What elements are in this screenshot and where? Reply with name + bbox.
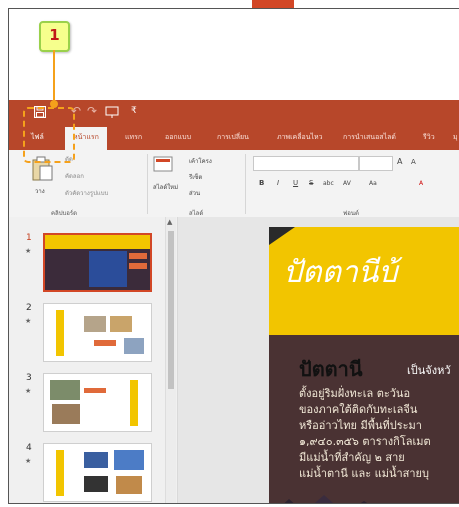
star-icon: ★ (25, 457, 32, 465)
step-callout: 1 (39, 21, 70, 52)
font-name-box[interactable] (253, 156, 359, 171)
ribbon-separator (245, 154, 246, 214)
shrink-font-button[interactable]: A (411, 158, 416, 166)
customize-qat-icon[interactable]: ₹ (131, 106, 137, 116)
powerpoint-window: ↶ ↷ ₹ ไฟล์ หน้าแรก แทรก ออกแบบ การเปลี่ย… (8, 8, 459, 504)
tab-animations[interactable]: ภาพเคลื่อนไหว (277, 132, 323, 143)
slide-thumbnail-2[interactable] (43, 303, 152, 362)
strikethrough-button[interactable]: S (309, 179, 313, 187)
slideshow-start-icon[interactable] (105, 105, 119, 119)
thumb-header (45, 235, 150, 249)
thumbnail-scrollbar[interactable]: ▲ (165, 217, 176, 503)
thumb-pencil (56, 310, 64, 356)
section-button[interactable]: ส่วน (189, 188, 200, 198)
tab-view[interactable]: มุ (453, 132, 458, 143)
italic-button[interactable]: I (277, 179, 279, 187)
font-size-box[interactable] (359, 156, 393, 171)
thumb-pencil (130, 380, 138, 426)
slide-body-heading-suffix[interactable]: เป็นจังหวั (407, 361, 451, 379)
slide-thumbnail-4[interactable] (43, 443, 152, 502)
slide-title[interactable]: ปัตตานีบ้ (283, 249, 397, 296)
save-highlight-box (23, 107, 75, 163)
current-slide[interactable]: ปัตตานีบ้ ปัตตานี เป็นจังหวั ตั้งอยู่ริม… (269, 227, 459, 503)
slide-bottom-decoration (284, 495, 368, 503)
underline-button[interactable]: U (293, 179, 298, 187)
tab-review[interactable]: รีวิว (423, 132, 435, 143)
slide-number: 1 (26, 233, 32, 243)
copy-button[interactable]: คัดลอก (65, 171, 84, 181)
thumb-label (94, 340, 116, 346)
thumb-label (129, 253, 147, 259)
thumb-image (84, 476, 108, 492)
star-icon: ★ (25, 317, 32, 325)
top-accent-bar (252, 0, 294, 8)
format-painter-button[interactable]: ตัวคัดวางรูปแบบ (65, 188, 108, 198)
scroll-up-icon[interactable]: ▲ (167, 218, 172, 226)
thumb-label (129, 263, 147, 269)
font-color-button[interactable]: A (419, 180, 423, 187)
grow-font-button[interactable]: A (397, 157, 402, 166)
tab-transitions[interactable]: การเปลี่ยน (217, 132, 249, 143)
slide-thumbnail-pane: 1 ★ 2 ★ 3 ★ 4 ★ (9, 217, 178, 503)
slide-body-line[interactable]: แม่น้ำตานี และ แม่น้ำสายบุ (299, 464, 429, 482)
step-number: 1 (49, 26, 60, 44)
thumb-image (114, 450, 144, 470)
new-slide-icon[interactable] (153, 156, 173, 178)
slide-corner-decoration (269, 227, 295, 245)
slide-thumbnail-3[interactable] (43, 373, 152, 432)
star-icon: ★ (25, 247, 32, 255)
callout-connector (53, 50, 55, 103)
title-bar: ↶ ↷ ₹ (9, 100, 459, 124)
layout-button[interactable]: เค้าโครง (189, 156, 212, 166)
shadow-button[interactable]: abc (323, 180, 334, 187)
ribbon-home: วาง ตัด คัดลอก ตัวคัดวางรูปแบบ คลิปบอร์ด… (9, 150, 459, 218)
slide-number: 2 (26, 303, 32, 313)
thumb-image (110, 316, 132, 332)
thumb-image (52, 404, 80, 424)
scrollbar-thumb[interactable] (168, 231, 174, 389)
slide-number: 4 (26, 443, 32, 453)
thumb-image (84, 452, 108, 468)
char-spacing-button[interactable]: AV (343, 180, 351, 187)
tab-insert[interactable]: แทรก (125, 132, 142, 143)
thumb-pencil (56, 450, 64, 496)
reset-button[interactable]: รีเซ็ต (189, 172, 202, 182)
thumb-image (124, 338, 144, 354)
change-case-button[interactable]: Aa (369, 180, 377, 187)
thumb-image (116, 476, 142, 494)
slide-thumbnail-1[interactable] (43, 233, 152, 292)
tab-design[interactable]: ออกแบบ (165, 132, 191, 143)
thumb-label (84, 388, 106, 393)
ribbon-tabs: ไฟล์ หน้าแรก แทรก ออกแบบ การเปลี่ยน ภาพเ… (9, 124, 459, 150)
redo-icon[interactable]: ↷ (87, 104, 97, 118)
slide-editing-area: ปัตตานีบ้ ปัตตานี เป็นจังหวั ตั้งอยู่ริม… (178, 217, 459, 503)
slide-number: 3 (26, 373, 32, 383)
new-slide-label[interactable]: สไลด์ใหม่ (153, 182, 178, 192)
thumb-image (89, 251, 127, 287)
star-icon: ★ (25, 387, 32, 395)
thumb-image (84, 316, 106, 332)
bold-button[interactable]: B (259, 179, 264, 187)
ribbon-separator (147, 154, 148, 214)
thumb-image (50, 380, 80, 400)
paste-label[interactable]: วาง (35, 186, 45, 196)
slide-body-heading[interactable]: ปัตตานี (299, 353, 363, 385)
tab-slideshow[interactable]: การนำเสนอสไลด์ (343, 132, 396, 143)
